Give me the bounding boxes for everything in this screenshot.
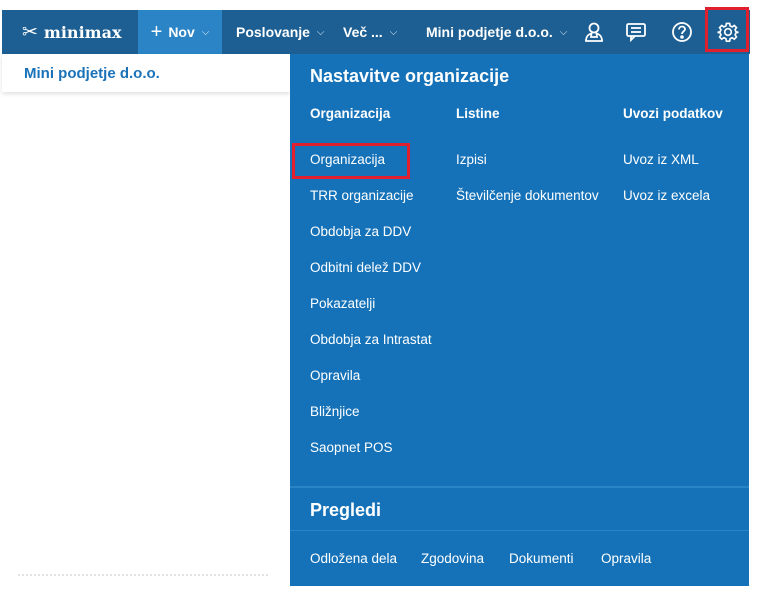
section-divider: [290, 486, 749, 488]
business-label: Poslovanje: [236, 24, 310, 40]
gear-icon[interactable]: [710, 10, 746, 54]
organization-menu-button[interactable]: Mini podjetje d.o.o. ⌵: [426, 10, 567, 54]
menu-item-pokazatelji[interactable]: Pokazatelji: [310, 296, 375, 311]
menu-item-opravila[interactable]: Opravila: [310, 368, 360, 383]
menu-item-saopnet-pos[interactable]: Saopnet POS: [310, 440, 393, 455]
page-header: Mini podjetje d.o.o.: [2, 54, 290, 92]
page-title: Mini podjetje d.o.o.: [24, 65, 160, 82]
chevron-down-icon: ⌵: [316, 26, 325, 38]
column-heading-uvozi: Uvozi podatkov: [623, 106, 723, 121]
menu-item-organizacija[interactable]: Organizacija: [310, 152, 385, 167]
panel-title: Nastavitve organizacije: [310, 66, 510, 86]
menu-item-obdobja-za-intrastat[interactable]: Obdobja za Intrastat: [310, 332, 432, 347]
scissors-logo-icon: ✂: [22, 21, 38, 43]
organization-settings-panel: Nastavitve organizacije Organizacija Lis…: [290, 54, 749, 586]
pregledi-item-zgodovina[interactable]: Zgodovina: [421, 551, 484, 566]
menu-item-uvoz-iz-xml[interactable]: Uvoz iz XML: [623, 152, 699, 167]
new-label: Nov: [168, 24, 195, 40]
chevron-down-icon: ⌵: [201, 26, 210, 38]
pregledi-item-dokumenti[interactable]: Dokumenti: [509, 551, 574, 566]
pregledi-title: Pregledi: [310, 500, 382, 520]
help-icon[interactable]: [664, 10, 700, 54]
menu-item-odbitni-delez-ddv[interactable]: Odbitni delež DDV: [310, 260, 421, 275]
message-icon[interactable]: [618, 10, 654, 54]
chevron-down-icon: ⌵: [389, 26, 398, 38]
user-icon[interactable]: [576, 10, 612, 54]
chevron-down-icon: ⌵: [559, 26, 568, 38]
menu-item-trr-organizacije[interactable]: TRR organizacije: [310, 188, 414, 203]
more-menu-button[interactable]: Več ... ⌵: [343, 10, 397, 54]
column-heading-organizacija: Organizacija: [310, 106, 391, 121]
menu-item-uvoz-iz-excela[interactable]: Uvoz iz excela: [623, 188, 710, 203]
more-label: Več ...: [343, 24, 383, 40]
organization-label: Mini podjetje d.o.o.: [426, 24, 553, 40]
menu-item-bliznjice[interactable]: Bližnjice: [310, 404, 360, 419]
minimax-logo[interactable]: ✂ minimax: [22, 10, 121, 54]
plus-icon: +: [150, 20, 163, 43]
logo-text: minimax: [43, 22, 122, 42]
menu-item-obdobja-za-ddv[interactable]: Obdobja za DDV: [310, 224, 411, 239]
column-heading-listine: Listine: [456, 106, 500, 121]
pregledi-item-odlozena-dela[interactable]: Odložena dela: [310, 551, 397, 566]
business-menu-button[interactable]: Poslovanje ⌵: [236, 10, 325, 54]
section-divider: [290, 530, 749, 531]
new-menu-button[interactable]: + Nov ⌵: [138, 10, 222, 54]
menu-item-izpisi[interactable]: Izpisi: [456, 152, 487, 167]
menu-item-stevilcenje-dokumentov[interactable]: Številčenje dokumentov: [456, 188, 599, 203]
pregledi-item-opravila[interactable]: Opravila: [601, 551, 651, 566]
divider: [18, 574, 268, 576]
top-navigation-bar: ✂ minimax + Nov ⌵ Poslovanje ⌵ Več ... ⌵…: [2, 10, 750, 54]
